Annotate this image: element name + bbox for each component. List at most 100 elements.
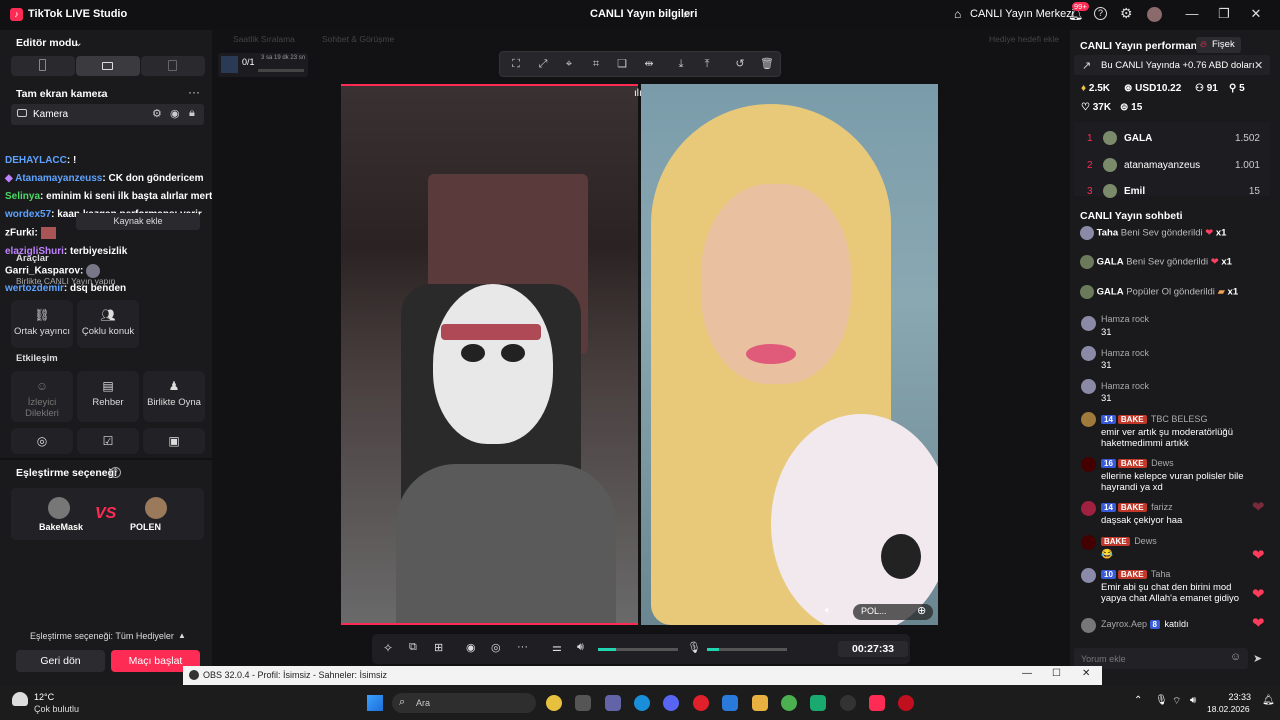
share-icon[interactable]: ↗: [682, 8, 691, 21]
mode-dual-button[interactable]: [141, 56, 205, 76]
info-icon[interactable]: ?: [110, 467, 121, 478]
opera-icon[interactable]: [693, 695, 709, 711]
center-icon[interactable]: ⌖: [561, 56, 577, 72]
help-icon[interactable]: ?: [1094, 7, 1107, 20]
chat-user: Zayrox.Aep 8 katıldı: [1101, 619, 1189, 629]
store-icon[interactable]: [575, 695, 591, 711]
folder-icon[interactable]: [752, 695, 768, 711]
guide-button[interactable]: ▤ Rehber: [77, 371, 139, 422]
obs-title: OBS 32.0.4 - Profil: İsimsiz - Sahneler:…: [203, 670, 388, 680]
obs-icon[interactable]: [840, 695, 856, 711]
chat-user: 10 BAKE Taha: [1101, 569, 1170, 579]
chevron-up-icon[interactable]: ⌃: [1134, 695, 1142, 706]
avatar: [145, 497, 167, 519]
play-together-button[interactable]: ♟ Birlikte Oyna: [143, 371, 205, 422]
edge-icon[interactable]: [634, 695, 650, 711]
tool-extra-1[interactable]: ◎: [11, 428, 73, 454]
wish-icon: ☺: [35, 379, 49, 393]
expand-icon[interactable]: ⤢: [535, 56, 551, 72]
emoji-icon[interactable]: ☺: [1230, 651, 1241, 663]
overlay-chat-line: zFurki:: [5, 227, 56, 239]
goal-widget[interactable]: 0/1 3 sa 19 dk 23 sn: [218, 53, 308, 77]
avatar[interactable]: [1147, 7, 1162, 22]
tiktok-icon[interactable]: [869, 695, 885, 711]
mic-icon[interactable]: 🎙︎: [1155, 695, 1168, 706]
guest-label-pill: 🔈︎ POL... ⊕: [825, 604, 933, 620]
app-icon[interactable]: [810, 695, 826, 711]
windows-start-icon[interactable]: [367, 695, 383, 711]
chrome-2-icon[interactable]: [781, 695, 797, 711]
screen-add-icon[interactable]: ⊞: [434, 641, 443, 654]
tool-extra-3[interactable]: ▣: [143, 428, 205, 454]
discord-icon[interactable]: [663, 695, 679, 711]
lock-icon[interactable]: 🔒︎: [189, 107, 195, 120]
flip-icon[interactable]: ⇹: [641, 56, 657, 72]
camera-source-row[interactable]: Kamera ⚙ ◉ 🔒︎: [11, 104, 204, 125]
rotate-icon[interactable]: ↺: [732, 56, 748, 72]
clock-date[interactable]: 18.02.2026: [1207, 704, 1250, 714]
search-icon: ⌕: [399, 696, 406, 708]
crop-icon[interactable]: ⌗: [588, 56, 604, 72]
maximize-icon[interactable]: ❐: [1215, 6, 1233, 24]
mic-icon[interactable]: 🎙︎: [687, 641, 701, 654]
overlay-chat-line: Selinya: eminim ki seni ilk başta alırla…: [5, 191, 230, 202]
heart-icon: ♡: [1081, 102, 1090, 113]
effects-icon[interactable]: ◎: [491, 641, 501, 654]
mic-slider[interactable]: [707, 648, 787, 651]
maximize-icon[interactable]: ☐: [1052, 668, 1061, 679]
eye-icon[interactable]: ◉: [170, 107, 180, 120]
obs-window-bar[interactable]: OBS 32.0.4 - Profil: İsimsiz - Sahneler:…: [183, 666, 1102, 685]
settings-icon[interactable]: ⚙: [152, 107, 162, 120]
back-button[interactable]: Geri dön: [16, 650, 105, 672]
volume-icon[interactable]: 🔊︎: [1190, 695, 1196, 706]
trash-icon[interactable]: 🗑︎: [759, 56, 775, 72]
mixer-icon[interactable]: ⚌: [552, 641, 562, 654]
host-video: [341, 84, 638, 625]
gear-icon[interactable]: ⚙: [1120, 5, 1133, 22]
record-icon[interactable]: ◉: [466, 641, 476, 654]
chat-text: 31: [1101, 360, 1112, 371]
co-host-button[interactable]: ⛓ Ortak yayıncı: [11, 300, 73, 348]
clock-time[interactable]: 23:33: [1213, 692, 1251, 702]
fisek-button[interactable]: 🔥︎ Fişek: [1196, 37, 1241, 53]
speaker-slider[interactable]: [598, 648, 678, 651]
layer-up-icon[interactable]: ⤒: [699, 56, 715, 72]
multi-guest-button[interactable]: 👥︎ Çoklu konuk: [77, 300, 139, 348]
wifi-icon[interactable]: ⌔: [1172, 695, 1181, 708]
scene-title[interactable]: Tam ekran kamera: [16, 88, 107, 100]
send-icon[interactable]: ➤: [1253, 652, 1262, 665]
close-icon[interactable]: ✕: [1082, 668, 1090, 679]
close-icon[interactable]: ✕: [1254, 59, 1263, 72]
mode-landscape-button[interactable]: [11, 56, 75, 76]
source-toolbar: ⛶ ⤢ ⌖ ⌗ ❏ ⇹ ⤓ ⤒ ↺ 🗑︎: [499, 51, 781, 77]
close-icon[interactable]: ✕: [1247, 6, 1265, 24]
heart-icon: ❤: [1252, 499, 1265, 516]
hourly-ranking-ghost: Saatlik Sıralama: [233, 34, 295, 44]
earnings-banner: ↗ Bu CANLI Yayında +0.76 ABD doları ✕: [1074, 55, 1270, 75]
teams-icon[interactable]: [605, 695, 621, 711]
youtube-icon[interactable]: [898, 695, 914, 711]
notification-icon[interactable]: 🔔︎: [1262, 695, 1275, 706]
minimize-icon[interactable]: —: [1022, 668, 1032, 679]
search-box[interactable]: ⌕ Ara: [392, 693, 536, 713]
stat-diamonds: ♦ 2.5K: [1081, 83, 1111, 94]
match-option-dropdown[interactable]: Eşleştirme seçeneği: Tüm Hediyeler: [30, 631, 174, 641]
add-source-button[interactable]: Kaynak ekle: [76, 213, 200, 230]
mail-icon[interactable]: [722, 695, 738, 711]
magic-icon[interactable]: ✧: [383, 641, 393, 655]
live-center-button[interactable]: CANLI Yayın Merkezi: [970, 8, 1074, 20]
chrome-icon[interactable]: [546, 695, 562, 711]
tool-extra-2[interactable]: ☑: [77, 428, 139, 454]
speaker-icon[interactable]: 🔊︎: [577, 641, 584, 654]
more-icon[interactable]: ···: [517, 641, 528, 653]
viewer-wishes-button[interactable]: ☺ İzleyici Dilekleri: [11, 371, 73, 422]
fit-icon[interactable]: ⛶: [508, 56, 524, 72]
camera-switch-icon[interactable]: ⧉: [409, 641, 417, 654]
copy-icon[interactable]: ❏: [614, 56, 630, 72]
more-icon[interactable]: ···: [188, 85, 200, 99]
editor-mode-dropdown[interactable]: Editör modu: [16, 37, 78, 49]
chat-text: emir ver artık şu moderatörlüğü haketmed…: [1101, 427, 1233, 449]
layer-down-icon[interactable]: ⤓: [673, 56, 689, 72]
mode-portrait-button[interactable]: [76, 56, 140, 76]
minimize-icon[interactable]: —: [1183, 6, 1201, 24]
